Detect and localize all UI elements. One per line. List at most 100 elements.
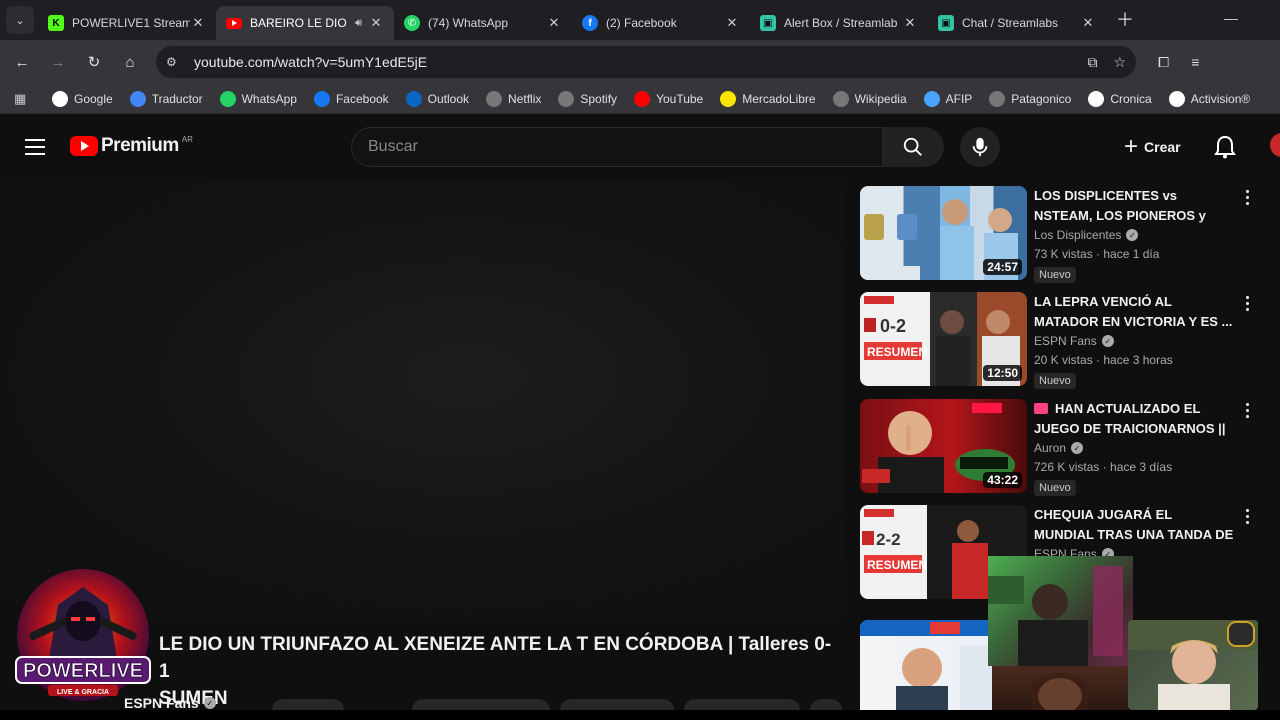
globe-icon [486,90,503,107]
video-thumbnail[interactable]: 24:57 [860,186,1027,280]
bookmark-mercadolibre[interactable]: MercadoLibre [720,90,816,107]
globe-icon [989,90,1006,107]
reload-icon[interactable]: ↻ [80,48,108,76]
bookmark-label: WhatsApp [241,91,297,106]
channel-name[interactable]: Los Displicentes [1034,228,1121,242]
microphone-icon [972,137,988,157]
recommendation-item[interactable]: 24:57 LOS DISPLICENTES vs NSTEAM, LOS PI… [860,186,1260,283]
url-text[interactable]: youtube.com/watch?v=5umY1edE5jE [194,54,1071,70]
close-icon[interactable]: ✕ [546,15,562,31]
search-button[interactable] [882,127,944,167]
bookmark-cronica[interactable]: Cronica [1088,90,1152,107]
bookmark-wikipedia[interactable]: Wikipedia [832,90,907,107]
tab-chat-streamlabs[interactable]: ▣ Chat / Streamlabs ✕ [928,6,1106,40]
tab-whatsapp[interactable]: ✆ (74) WhatsApp ✕ [394,6,572,40]
extensions-puzzle-icon[interactable]: ⧠ [1158,54,1169,71]
plus-icon: + [1124,133,1139,160]
close-icon[interactable]: ✕ [724,15,740,31]
recommendation-item[interactable]: 0-2 RESUMEN 12:50 LA LEPRA VENCIÓ AL MAT… [860,292,1260,389]
home-icon[interactable]: ⌂ [116,48,144,76]
bookmark-spotify[interactable]: Spotify [558,90,617,107]
channel-name[interactable]: Auron [1034,441,1066,455]
close-icon[interactable]: ✕ [902,15,918,31]
search-input[interactable]: Buscar [351,127,883,167]
voice-search-button[interactable] [960,127,1000,167]
whatsapp-icon [219,90,236,107]
avatar[interactable] [1270,133,1280,157]
recommendation-meta: 73 K vistas · hace 1 día [1034,247,1160,261]
recommendation-title[interactable]: CHEQUIA JUGARÁ EL MUNDIAL TRAS UNA TANDA… [1034,505,1234,545]
bookmark-youtube[interactable]: YouTube [634,90,703,107]
notifications-bell-icon[interactable] [1214,135,1236,164]
video-thumbnail[interactable]: 0-2 RESUMEN 12:50 [860,292,1027,386]
video-player[interactable] [0,179,845,619]
tab-title: (2) Facebook [606,16,677,30]
create-button[interactable]: + Crear [1110,129,1195,165]
media-controls-icon[interactable]: ≡ [1191,54,1199,70]
bookmark-label: Facebook [335,91,389,106]
close-icon[interactable]: ✕ [190,15,206,31]
more-options-icon[interactable] [1246,509,1250,527]
thumbnail-caption: RESUMEN [867,558,927,572]
bookmark-google[interactable]: Google [52,90,113,107]
bookmark-activision[interactable]: Activision® [1168,90,1250,107]
tab-youtube-video[interactable]: BAREIRO LE DIO 🔊︎ ✕ [216,6,394,40]
channel-name[interactable]: ESPN Fans [1034,334,1097,348]
forward-arrow-icon[interactable]: → [44,48,72,76]
tab-alert-box[interactable]: ▣ Alert Box / Streamlab ✕ [750,6,928,40]
tab-title: BAREIRO LE DIO [250,16,347,30]
thumbnail-score: 0-2 [880,316,906,336]
more-options-icon[interactable] [1246,403,1250,421]
minimize-icon[interactable]: — [1224,10,1238,26]
bookmark-label: Traductor [151,91,203,106]
new-badge: Nuevo [1034,267,1076,283]
bookmark-afip[interactable]: AFIP [923,90,973,107]
recommendation-title[interactable]: LA LEPRA VENCIÓ AL MATADOR EN VICTORIA Y… [1034,292,1234,332]
bookmark-label: AFIP [945,91,973,106]
recommendation-title-text: HAN ACTUALIZADO EL JUEGO DE TRAICIONARNO… [1034,401,1226,436]
close-icon[interactable]: ✕ [1080,15,1096,31]
more-options-icon[interactable] [1246,190,1250,208]
globe-icon [558,90,575,107]
bookmark-whatsapp[interactable]: WhatsApp [219,90,297,107]
create-label: Crear [1144,139,1181,155]
install-app-icon[interactable]: ⧉ [1087,54,1097,71]
youtube-play-icon [70,136,98,156]
address-bar[interactable]: ⚙ youtube.com/watch?v=5umY1edE5jE ⧉ ☆ [156,46,1136,78]
more-options-icon[interactable] [1246,296,1250,314]
apps-grid-icon[interactable]: ▦ [14,91,38,107]
webcam-overlay-streamer [1128,620,1258,710]
youtube-icon [226,17,242,29]
webcam-person [988,566,1123,666]
tab-facebook[interactable]: f (2) Facebook ✕ [572,6,750,40]
bookmark-netflix[interactable]: Netflix [486,90,541,107]
webcam-person [1128,620,1258,710]
bookmark-label: Cronica [1110,91,1152,106]
verified-check-icon: ✓ [1126,229,1139,241]
bookmark-traductor[interactable]: Traductor [129,90,203,107]
new-badge: Nuevo [1034,373,1076,389]
new-tab-plus-icon[interactable]: ＋ [1116,6,1134,32]
site-info-icon[interactable]: ⚙ [166,55,186,69]
video-duration: 24:57 [983,259,1022,275]
bookmark-outlook[interactable]: Outlook [405,90,469,107]
speaker-icon[interactable]: 🔊︎ [355,17,362,30]
recommendation-title[interactable]: HAN ACTUALIZADO EL JUEGO DE TRAICIONARNO… [1034,399,1234,439]
tab-title: POWERLIVE1 Stream [72,16,190,30]
recommendation-item[interactable]: 43:22 HAN ACTUALIZADO EL JUEGO DE TRAICI… [860,399,1260,496]
video-thumbnail[interactable]: 43:22 [860,399,1027,493]
menu-icon[interactable] [25,139,45,160]
webcam-overlay-woman [992,666,1128,710]
bookmark-patagonico[interactable]: Patagonico [989,90,1071,107]
back-arrow-icon[interactable]: ← [8,48,36,76]
bookmark-facebook[interactable]: Facebook [313,90,389,107]
bottom-strip [0,710,1280,720]
recommendation-channel: Los Displicentes ✓ [1034,228,1234,242]
recommendation-info: LOS DISPLICENTES vs NSTEAM, LOS PIONEROS… [1034,186,1234,283]
recommendation-title[interactable]: LOS DISPLICENTES vs NSTEAM, LOS PIONEROS… [1034,186,1234,226]
tab-powerlive[interactable]: K POWERLIVE1 Stream ✕ [38,6,216,40]
bookmark-star-icon[interactable]: ☆ [1113,54,1126,71]
youtube-premium-logo[interactable]: Premium AR [70,135,193,157]
close-icon[interactable]: ✕ [368,15,384,31]
tab-search-chevron-icon[interactable]: ⌄ [6,6,34,34]
